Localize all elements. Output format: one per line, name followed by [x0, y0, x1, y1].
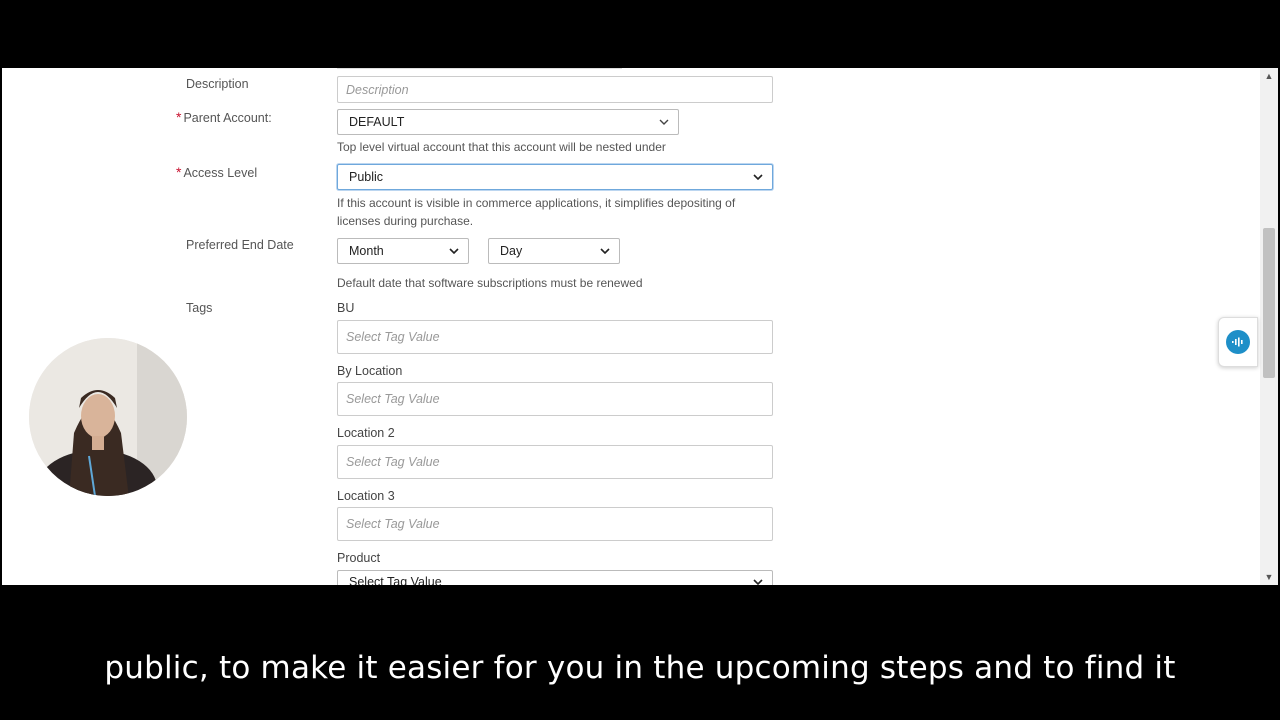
chevron-down-icon: [753, 577, 763, 585]
tag-input-location-2[interactable]: Select Tag Value: [337, 445, 773, 479]
day-value: Day: [500, 244, 523, 258]
access-level-help-line1: If this account is visible in commerce a…: [337, 196, 736, 210]
scroll-down-arrow-icon[interactable]: ▼: [1260, 569, 1278, 585]
tag-input-bu[interactable]: Select Tag Value: [337, 320, 773, 354]
access-level-label: * Access Level: [176, 164, 258, 180]
tag-label-location-2: Location 2: [337, 426, 395, 440]
tag-select-product[interactable]: Select Tag Value: [337, 570, 773, 585]
month-value: Month: [349, 244, 384, 258]
cut-off-field: [337, 68, 622, 69]
chat-bubble-icon: [1226, 330, 1250, 354]
month-select[interactable]: Month: [337, 238, 469, 264]
tag-input-by-location[interactable]: Select Tag Value: [337, 382, 773, 416]
vertical-scrollbar[interactable]: ▲ ▼: [1260, 68, 1278, 585]
tags-label: Tags: [186, 301, 213, 315]
required-marker: *: [176, 164, 182, 180]
preferred-end-date-label: Preferred End Date: [186, 238, 294, 252]
access-level-value: Public: [349, 170, 384, 184]
tag-placeholder: Select Tag Value: [346, 330, 440, 344]
scroll-up-arrow-icon[interactable]: ▲: [1260, 68, 1278, 84]
description-label: Description: [186, 77, 249, 91]
tag-label-product: Product: [337, 551, 381, 565]
presenter-image: [29, 338, 187, 496]
product-value: Select Tag Value: [349, 575, 442, 585]
parent-account-label: * Parent Account:: [176, 109, 272, 125]
chat-support-button[interactable]: [1218, 317, 1258, 367]
chevron-down-icon: [600, 246, 610, 256]
access-level-select[interactable]: Public: [337, 164, 773, 190]
video-caption: public, to make it easier for you in the…: [104, 650, 1176, 686]
scroll-thumb[interactable]: [1263, 228, 1275, 378]
chevron-down-icon: [449, 246, 459, 256]
tag-placeholder: Select Tag Value: [346, 517, 440, 531]
description-input[interactable]: Description: [337, 76, 773, 103]
tag-placeholder: Select Tag Value: [346, 392, 440, 406]
end-date-help: Default date that software subscriptions…: [337, 276, 643, 290]
day-select[interactable]: Day: [488, 238, 620, 264]
browser-page: Description Description * Parent Account:…: [2, 68, 1260, 585]
access-level-help-line2: licenses during purchase.: [337, 214, 474, 228]
description-placeholder: Description: [346, 82, 409, 97]
parent-account-help: Top level virtual account that this acco…: [337, 140, 666, 154]
required-marker: *: [176, 109, 182, 125]
presenter-webcam: [29, 338, 187, 496]
chevron-down-icon: [753, 172, 763, 182]
tag-label-location-3: Location 3: [337, 489, 395, 503]
chevron-down-icon: [659, 117, 669, 127]
parent-account-select[interactable]: DEFAULT: [337, 109, 679, 135]
tag-input-location-3[interactable]: Select Tag Value: [337, 507, 773, 541]
parent-account-value: DEFAULT: [349, 115, 405, 129]
tag-label-bu: BU: [337, 301, 355, 315]
tag-placeholder: Select Tag Value: [346, 455, 440, 469]
tag-label-by-location: By Location: [337, 364, 403, 378]
